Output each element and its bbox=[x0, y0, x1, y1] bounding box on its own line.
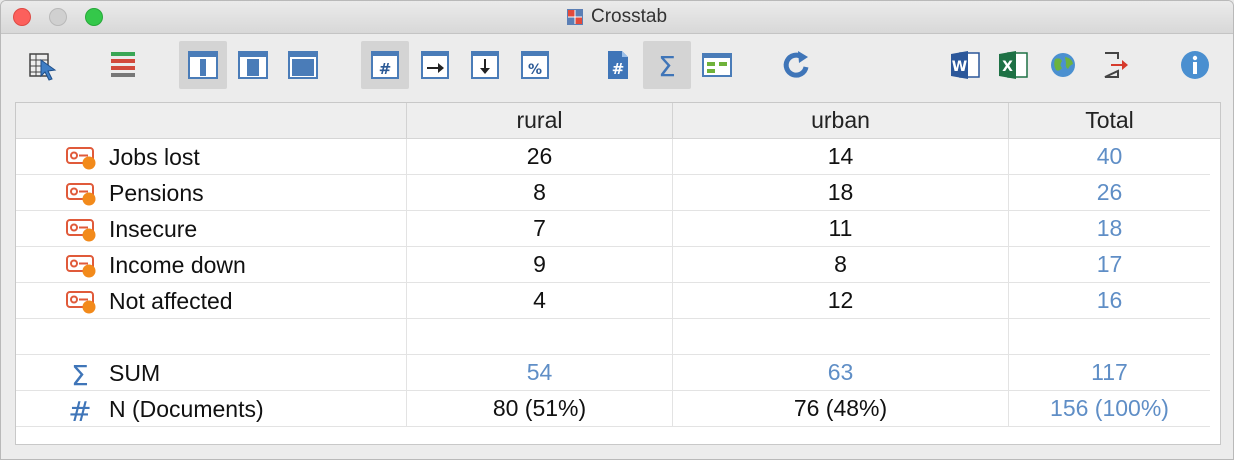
cell-urban[interactable]: 18 bbox=[672, 175, 1008, 211]
sum-row[interactable]: Σ SUM 54 63 117 bbox=[16, 355, 1210, 391]
view-narrow-icon bbox=[188, 51, 218, 79]
hash-icon: # bbox=[68, 397, 91, 423]
info-icon bbox=[1181, 51, 1209, 79]
export-html-button[interactable] bbox=[1039, 41, 1087, 89]
cell-total[interactable]: 40 bbox=[1008, 139, 1210, 175]
window-title: Crosstab bbox=[1, 1, 1233, 33]
hash-icon: # bbox=[371, 51, 399, 79]
export-excel-button[interactable]: X bbox=[989, 41, 1037, 89]
code-icon bbox=[66, 147, 96, 170]
select-documents-button[interactable] bbox=[19, 41, 67, 89]
code-stack-icon bbox=[111, 52, 135, 77]
svg-text:Σ: Σ bbox=[658, 50, 676, 82]
row-label: Not affected bbox=[109, 287, 233, 314]
svg-text:#: # bbox=[379, 60, 392, 78]
table-row[interactable]: Income down 9 8 17 bbox=[16, 247, 1210, 283]
cell-total[interactable]: 16 bbox=[1008, 283, 1210, 319]
window-title-text: Crosstab bbox=[590, 6, 668, 27]
export-word-button[interactable]: W bbox=[941, 41, 989, 89]
column-header-rural[interactable]: rural bbox=[406, 103, 672, 138]
cell-total[interactable]: 26 bbox=[1008, 175, 1210, 211]
cell-rural[interactable]: 8 bbox=[406, 175, 672, 211]
show-counts-button[interactable]: # bbox=[361, 41, 409, 89]
cell-rural[interactable]: 7 bbox=[406, 211, 672, 247]
document-hash-icon: # bbox=[608, 51, 628, 79]
sum-total[interactable]: 117 bbox=[1008, 355, 1210, 391]
globe-icon bbox=[1051, 53, 1075, 77]
table-row[interactable]: Jobs lost 26 14 40 bbox=[16, 139, 1210, 175]
view-medium-button[interactable] bbox=[229, 41, 277, 89]
table-row[interactable]: Not affected 4 12 16 bbox=[16, 283, 1210, 319]
documents-rural[interactable]: 80 (51%) bbox=[406, 391, 672, 427]
svg-text:#: # bbox=[68, 397, 91, 423]
crosstab-window: Crosstab # % # Σ W X rural urban Total J… bbox=[0, 0, 1234, 460]
sum-label: SUM bbox=[109, 359, 161, 386]
svg-text:W: W bbox=[952, 59, 967, 75]
table-cursor-icon bbox=[29, 53, 57, 81]
document-count-button[interactable]: # bbox=[593, 41, 641, 89]
svg-text:X: X bbox=[1002, 59, 1013, 75]
row-label: Income down bbox=[109, 251, 246, 278]
column-header-urban[interactable]: urban bbox=[672, 103, 1008, 138]
sum-button[interactable]: Σ bbox=[643, 41, 691, 89]
view-medium-icon bbox=[238, 51, 268, 79]
refresh-icon bbox=[783, 51, 809, 78]
svg-text:%: % bbox=[528, 62, 542, 78]
cell-total[interactable]: 18 bbox=[1008, 211, 1210, 247]
code-icon bbox=[66, 219, 96, 242]
cell-urban[interactable]: 11 bbox=[672, 211, 1008, 247]
documents-total[interactable]: 156 (100%) bbox=[1008, 391, 1210, 427]
documents-urban[interactable]: 76 (48%) bbox=[672, 391, 1008, 427]
column-percent-button[interactable] bbox=[461, 41, 509, 89]
svg-text:Σ: Σ bbox=[71, 361, 89, 387]
cell-urban[interactable]: 8 bbox=[672, 247, 1008, 283]
sigma-icon: Σ bbox=[71, 361, 89, 387]
cell-total[interactable]: 17 bbox=[1008, 247, 1210, 283]
code-list-button[interactable] bbox=[99, 41, 147, 89]
cell-urban[interactable]: 14 bbox=[672, 139, 1008, 175]
percent-icon: % bbox=[521, 51, 549, 79]
refresh-button[interactable] bbox=[773, 41, 821, 89]
export-icon bbox=[1104, 52, 1128, 78]
code-icon bbox=[66, 183, 96, 206]
column-header-total[interactable]: Total bbox=[1008, 103, 1210, 138]
cluster-icon bbox=[702, 53, 732, 77]
view-narrow-button[interactable] bbox=[179, 41, 227, 89]
crosstab-table: rural urban Total Jobs lost 26 14 40 Pen… bbox=[15, 102, 1221, 445]
svg-text:#: # bbox=[612, 60, 625, 78]
arrow-down-icon bbox=[471, 51, 499, 79]
export-button[interactable] bbox=[1091, 41, 1139, 89]
code-icon bbox=[66, 255, 96, 278]
row-label: Insecure bbox=[109, 215, 198, 242]
cell-rural[interactable]: 4 bbox=[406, 283, 672, 319]
percent-button[interactable]: % bbox=[511, 41, 559, 89]
documents-row[interactable]: # N (Documents) 80 (51%) 76 (48%) 156 (1… bbox=[16, 391, 1210, 427]
cluster-button[interactable] bbox=[693, 41, 741, 89]
table-row[interactable]: Pensions 8 18 26 bbox=[16, 175, 1210, 211]
view-wide-icon bbox=[288, 51, 318, 79]
info-button[interactable] bbox=[1171, 41, 1219, 89]
view-wide-button[interactable] bbox=[279, 41, 327, 89]
cell-urban[interactable]: 12 bbox=[672, 283, 1008, 319]
sum-rural[interactable]: 54 bbox=[406, 355, 672, 391]
arrow-right-icon bbox=[421, 51, 449, 79]
header-corner bbox=[16, 103, 406, 138]
word-icon: W bbox=[951, 51, 980, 79]
toolbar: # % # Σ W X bbox=[1, 34, 1233, 98]
excel-icon: X bbox=[999, 51, 1028, 79]
empty-row bbox=[16, 319, 1210, 355]
row-percent-button[interactable] bbox=[411, 41, 459, 89]
sum-urban[interactable]: 63 bbox=[672, 355, 1008, 391]
documents-label: N (Documents) bbox=[109, 395, 264, 422]
table-header: rural urban Total bbox=[16, 103, 1220, 139]
crosstab-icon bbox=[566, 9, 583, 25]
sigma-icon: Σ bbox=[658, 50, 676, 82]
code-icon bbox=[66, 291, 96, 314]
cell-rural[interactable]: 26 bbox=[406, 139, 672, 175]
row-label: Pensions bbox=[109, 179, 204, 206]
title-bar: Crosstab bbox=[1, 1, 1233, 34]
table-row[interactable]: Insecure 7 11 18 bbox=[16, 211, 1210, 247]
cell-rural[interactable]: 9 bbox=[406, 247, 672, 283]
row-label: Jobs lost bbox=[109, 143, 200, 170]
